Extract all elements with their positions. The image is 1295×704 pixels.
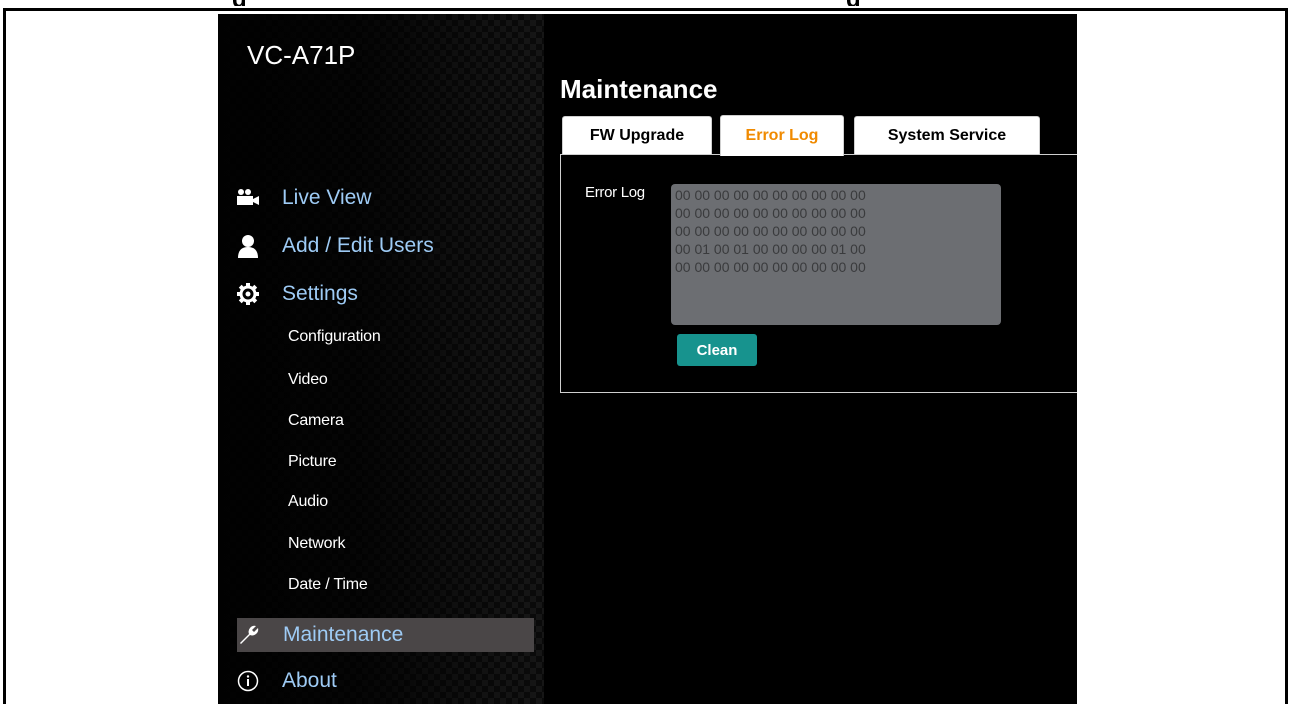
sidebar: VC-A71P Live View Add / Edit Users Setti… bbox=[218, 14, 544, 704]
nav-live-view-label: Live View bbox=[282, 186, 372, 209]
page-title: Maintenance bbox=[560, 74, 718, 104]
settings-item-network[interactable]: Network bbox=[288, 535, 345, 553]
doc-heading-fragment-right: g bbox=[846, 0, 861, 6]
nav-add-edit-users[interactable]: Add / Edit Users bbox=[236, 229, 434, 263]
settings-item-picture[interactable]: Picture bbox=[288, 453, 337, 471]
tab-error-log[interactable]: Error Log bbox=[720, 115, 844, 156]
wrench-icon bbox=[237, 623, 261, 647]
settings-item-camera[interactable]: Camera bbox=[288, 412, 344, 430]
nav-settings-label: Settings bbox=[282, 282, 358, 305]
nav-add-edit-users-label: Add / Edit Users bbox=[282, 234, 434, 257]
doc-heading-fragment-left: g bbox=[232, 0, 247, 6]
info-icon bbox=[236, 669, 260, 693]
nav-about-label: About bbox=[282, 669, 337, 692]
cut-off-doc-heading: g g bbox=[0, 0, 1295, 6]
nav-live-view[interactable]: Live View bbox=[236, 181, 372, 215]
user-icon bbox=[236, 234, 260, 258]
settings-item-configuration[interactable]: Configuration bbox=[288, 328, 381, 346]
settings-item-audio[interactable]: Audio bbox=[288, 493, 328, 511]
main-content: Maintenance FW Upgrade Error Log System … bbox=[560, 14, 1077, 704]
gear-icon bbox=[236, 282, 260, 306]
nav-maintenance-label: Maintenance bbox=[283, 623, 404, 646]
settings-item-video[interactable]: Video bbox=[288, 371, 328, 389]
nav-about[interactable]: About bbox=[236, 664, 337, 698]
nav-settings[interactable]: Settings bbox=[236, 277, 358, 311]
camera-web-ui: VC-A71P Live View Add / Edit Users Setti… bbox=[218, 14, 1077, 704]
clean-button[interactable]: Clean bbox=[677, 334, 757, 366]
error-log-textbox[interactable]: 00 00 00 00 00 00 00 00 00 00 00 00 00 0… bbox=[671, 184, 1001, 325]
tab-fw-upgrade[interactable]: FW Upgrade bbox=[562, 116, 712, 154]
video-camera-icon bbox=[236, 186, 260, 210]
tab-system-service[interactable]: System Service bbox=[854, 116, 1040, 154]
error-log-label: Error Log bbox=[585, 184, 645, 201]
nav-maintenance[interactable]: Maintenance bbox=[237, 618, 534, 652]
model-name: VC-A71P bbox=[247, 40, 356, 70]
error-log-panel: Error Log 00 00 00 00 00 00 00 00 00 00 … bbox=[560, 154, 1077, 393]
settings-item-date-time[interactable]: Date / Time bbox=[288, 576, 368, 594]
